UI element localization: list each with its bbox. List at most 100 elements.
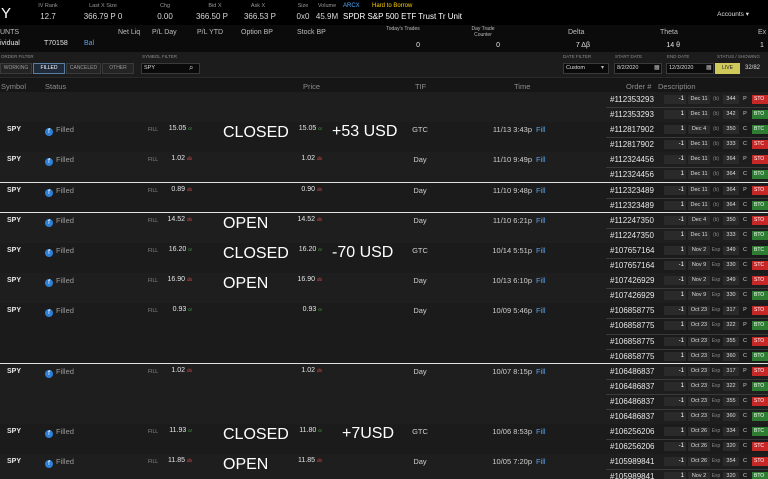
calendar-icon[interactable]: ▦	[706, 64, 712, 71]
order-leg[interactable]: #112353293 1 Dec 11 (b) 342 P BTO	[606, 107, 768, 121]
tab-working[interactable]: WORKING	[0, 63, 32, 74]
order-row[interactable]: SPY f Filled FILL 14.52 db 14.52 db Day 11/10 6…	[0, 212, 768, 243]
order-leg[interactable]: #106486837 -1 Oct 23 Exp 317 P STO	[606, 364, 768, 378]
fill-link[interactable]: Fill	[536, 246, 546, 255]
order-leg[interactable]: #105989841 -1 Oct 26 Exp 354 C STO	[606, 454, 768, 468]
order-leg[interactable]: #112324456 -1 Dec 11 (b) 364 P STO	[606, 152, 768, 166]
info-icon[interactable]: f	[45, 218, 53, 227]
account-bar: UNTS ividual T70158 Bal Net Liq P/L Day …	[0, 25, 768, 52]
order-leg[interactable]: #106486837 -1 Oct 23 Exp 355 C STO	[606, 394, 768, 408]
col-symbol[interactable]: Symbol	[1, 82, 26, 91]
leg-order-number: #112324456	[610, 170, 654, 180]
info-icon[interactable]: f	[45, 188, 53, 197]
order-leg[interactable]: #112323489 1 Dec 11 (b) 364 C BTO	[606, 198, 768, 212]
leg-qty: -1	[664, 396, 686, 406]
account-id[interactable]: T70158	[44, 40, 68, 47]
tab-filled[interactable]: FILLED	[33, 63, 65, 74]
order-fill-price-value: 11.80	[299, 427, 317, 435]
leg-order-number: #106486837	[610, 412, 655, 422]
info-icon[interactable]: f	[45, 128, 53, 137]
theta-value: 14 θ	[666, 42, 680, 49]
info-icon[interactable]: f	[45, 309, 53, 318]
order-leg[interactable]: #106256206 1 Oct 26 Exp 334 C BTC	[606, 424, 768, 438]
col-price[interactable]: Price	[303, 82, 320, 91]
search-icon[interactable]: ⌕	[189, 63, 193, 73]
price-mark: db	[316, 277, 322, 283]
order-row[interactable]: SPY f Filled FILL 11.85 db 11.85 db Day 10/05 7…	[0, 454, 768, 479]
leg-type: C	[743, 201, 747, 208]
order-row[interactable]: SPY f Filled FILL 15.05 cr 15.05 cr GTC 11/13 3…	[0, 122, 768, 153]
order-fill-price: 1.02 db	[290, 155, 322, 162]
symbol-ticker[interactable]: Y	[1, 5, 11, 22]
bal-label[interactable]: Bal	[84, 40, 94, 47]
order-leg[interactable]: #112324456 1 Dec 11 (b) 364 C BTO	[606, 167, 768, 181]
fill-link[interactable]: Fill	[536, 186, 546, 195]
calendar-icon[interactable]: ▦	[654, 64, 660, 71]
order-leg[interactable]: #107426929 1 Nov 9 Exp 330 C BTO	[606, 288, 768, 302]
fill-link[interactable]: Fill	[536, 427, 546, 436]
order-leg[interactable]: #106858775 1 Oct 23 Exp 322 P BTO	[606, 318, 768, 332]
fill-link[interactable]: Fill	[536, 155, 546, 164]
order-leg[interactable]: #112817902 1 Dec 4 (b) 350 C BTC	[606, 122, 768, 136]
order-leg[interactable]: #106486837 1 Oct 23 Exp 322 P BTO	[606, 379, 768, 393]
fill-type: FILL	[148, 368, 159, 375]
fill-link[interactable]: Fill	[536, 216, 546, 225]
leg-divider	[606, 137, 768, 139]
order-row[interactable]: SPY f Filled FILL 0.89 db 0.90 db Day 11/10 9:4…	[0, 182, 768, 213]
leg-action: STO	[752, 396, 768, 406]
chevron-down-icon: ▾	[601, 65, 605, 71]
info-icon[interactable]: f	[45, 460, 53, 469]
size-value: 0x0	[296, 12, 310, 21]
live-button[interactable]: LIVE	[715, 63, 740, 74]
order-leg[interactable]: #106256206 -1 Oct 26 Exp 320 C STC	[606, 439, 768, 453]
accounts-menu[interactable]: Accounts ▾	[717, 10, 749, 18]
order-row[interactable]: SPY f Filled FILL 0.93 cr 0.93 cr Day 10/09 5:4…	[0, 303, 768, 364]
order-leg[interactable]: #106486837 1 Oct 23 Exp 360 C BTO	[606, 409, 768, 423]
order-leg[interactable]: #107657164 1 Nov 2 Exp 349 C BTC	[606, 243, 768, 257]
fill-link[interactable]: Fill	[536, 367, 546, 376]
order-leg[interactable]: #112247350 -1 Dec 4 (b) 350 C STO	[606, 213, 768, 227]
leg-order-number: #107426929	[610, 276, 655, 286]
col-time[interactable]: Time	[514, 82, 530, 91]
order-leg[interactable]: #112247350 1 Dec 11 (b) 333 C BTO	[606, 228, 768, 242]
info-icon[interactable]: f	[45, 158, 53, 167]
order-row[interactable]: SPY f Filled FILL 16.20 cr 16.20 cr GTC 10/14 5…	[0, 243, 768, 274]
col-description[interactable]: Description	[658, 82, 696, 91]
tab-other[interactable]: OTHER	[102, 63, 134, 74]
col-tif[interactable]: TIF	[415, 82, 426, 91]
order-leg[interactable]: #106858775 -1 Oct 23 Exp 355 C STO	[606, 334, 768, 348]
order-leg[interactable]: #106858775 -1 Oct 23 Exp 317 P STO	[606, 303, 768, 317]
tab-canceled[interactable]: CANCELED	[66, 63, 101, 74]
info-icon[interactable]: f	[45, 249, 53, 257]
order-limit-price-value: 11.93	[169, 427, 187, 435]
info-icon[interactable]: f	[45, 279, 53, 288]
col-status[interactable]: Status	[45, 82, 66, 91]
order-leg[interactable]: #107657164 -1 Nov 9 Exp 330 C STC	[606, 258, 768, 272]
order-leg[interactable]: #112323489 -1 Dec 11 (b) 364 P STO	[606, 183, 768, 197]
leg-exp-type: (b)	[712, 171, 720, 178]
order-row[interactable]: #112353293 -1 Dec 11 (b) 344 P STO #112353293 1 D…	[0, 92, 768, 123]
fill-link[interactable]: Fill	[536, 306, 546, 315]
order-symbol: SPY	[7, 367, 22, 375]
info-icon[interactable]: f	[45, 430, 53, 439]
order-row[interactable]: SPY f Filled FILL 1.02 db 1.02 db Day 11/10 9:4…	[0, 152, 768, 183]
order-row[interactable]: SPY f Filled FILL 1.02 db 1.02 db Day 10/07 8:1…	[0, 363, 768, 425]
col-order-number[interactable]: Order #	[626, 82, 651, 91]
order-limit-price: 16.90 db	[160, 276, 193, 283]
order-symbol: SPY	[7, 126, 22, 134]
order-leg[interactable]: #106858775 1 Oct 23 Exp 360 C BTO	[606, 349, 768, 363]
order-limit-price: 0.93 cr	[160, 306, 192, 313]
fill-link[interactable]: Fill	[536, 457, 546, 466]
leg-divider	[606, 378, 768, 380]
order-leg[interactable]: #112353293 -1 Dec 11 (b) 344 P STO	[606, 92, 768, 106]
order-leg[interactable]: #107426929 -1 Nov 2 Exp 349 C STO	[606, 273, 768, 287]
order-row[interactable]: SPY f Filled FILL 11.93 cr 11.80 cr GTC 10/06 8…	[0, 424, 768, 455]
ask-value[interactable]: 366.53 P	[232, 12, 288, 21]
order-row[interactable]: SPY f Filled FILL 16.90 db 16.90 db Day 10/13 6…	[0, 273, 768, 304]
info-icon[interactable]: f	[45, 369, 53, 378]
order-leg[interactable]: #105989841 1 Nov 2 Exp 320 C BTO	[606, 469, 768, 479]
fill-link[interactable]: Fill	[536, 276, 546, 285]
leg-qty: -1	[664, 155, 686, 165]
fill-link[interactable]: Fill	[536, 125, 546, 134]
order-leg[interactable]: #112817902 -1 Dec 11 (b) 333 C STC	[606, 137, 768, 151]
